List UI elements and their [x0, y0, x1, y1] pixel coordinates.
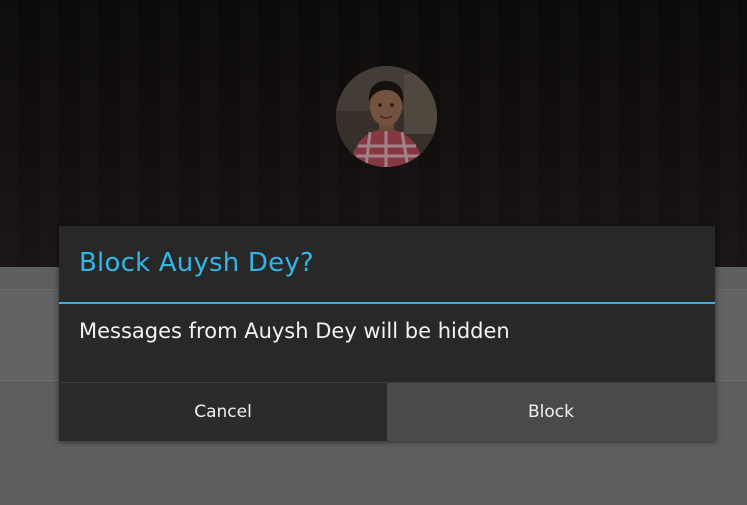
cancel-button-label: Cancel [194, 402, 252, 422]
dialog-message: Messages from Auysh Dey will be hidden [79, 319, 510, 343]
dialog-title: Block Auysh Dey? [79, 248, 314, 278]
dialog-button-bar: Cancel Block [59, 382, 715, 441]
block-button[interactable]: Block [387, 383, 715, 441]
contact-avatar[interactable] [336, 66, 437, 167]
cancel-button[interactable]: Cancel [59, 383, 387, 441]
block-button-label: Block [528, 402, 574, 422]
screen: Block Auysh Dey? Messages from Auysh Dey… [0, 0, 747, 505]
avatar-photo-icon [336, 66, 437, 167]
title-divider [59, 302, 715, 304]
block-confirmation-dialog: Block Auysh Dey? Messages from Auysh Dey… [59, 226, 715, 441]
